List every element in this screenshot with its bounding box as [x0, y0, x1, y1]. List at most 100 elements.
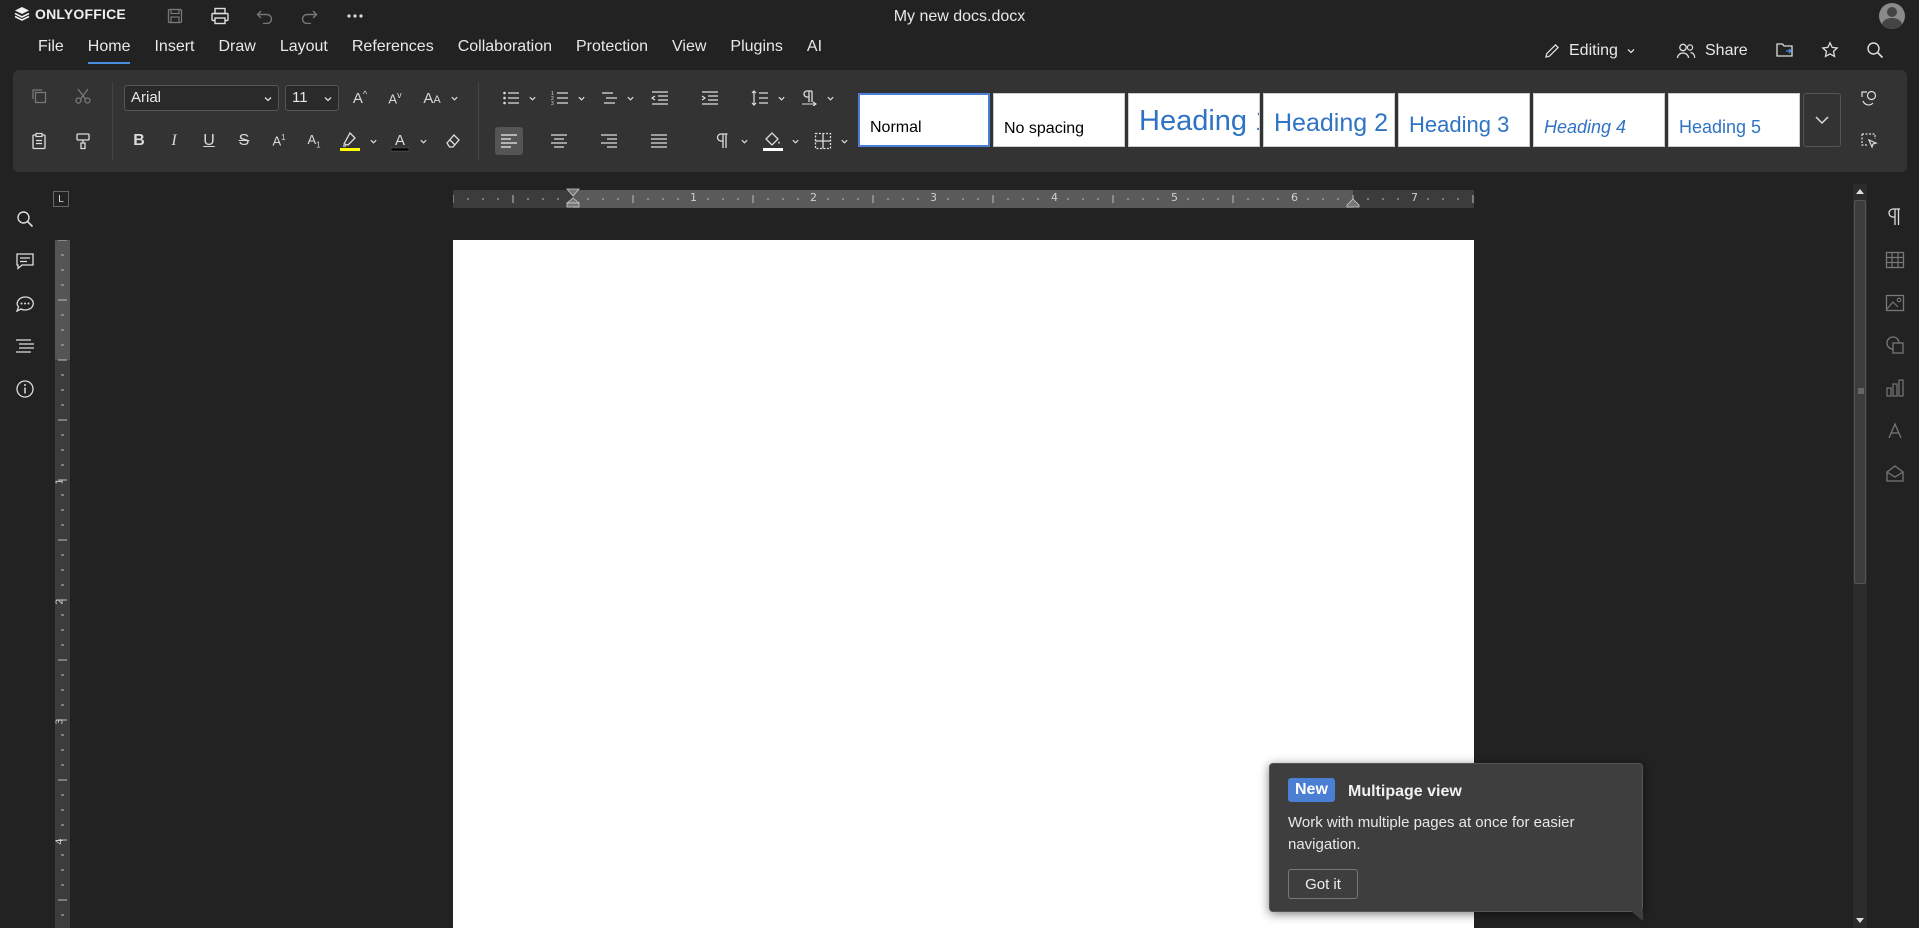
font-name-select[interactable]: Arial: [124, 85, 279, 111]
clear-formatting-icon[interactable]: [439, 127, 467, 155]
tab-protection[interactable]: Protection: [564, 36, 660, 64]
paragraph-settings-icon[interactable]: [1882, 204, 1908, 230]
style-heading-4[interactable]: Heading 4: [1533, 93, 1665, 147]
tab-home[interactable]: Home: [76, 36, 143, 64]
svg-text:3: 3: [551, 101, 554, 106]
style-normal[interactable]: Normal: [858, 93, 990, 147]
navigation-headings-icon[interactable]: [12, 333, 38, 359]
tab-file[interactable]: File: [26, 36, 76, 64]
shading-color-button[interactable]: [759, 127, 787, 155]
text-art-settings-icon[interactable]: [1882, 418, 1908, 444]
decrease-font-size-icon[interactable]: Av: [381, 84, 409, 112]
tab-collaboration[interactable]: Collaboration: [446, 36, 564, 64]
editing-mode-button[interactable]: Editing: [1543, 38, 1636, 64]
select-all-icon[interactable]: [1855, 127, 1883, 155]
open-file-location-icon[interactable]: [1772, 38, 1798, 62]
tab-ai[interactable]: AI: [795, 36, 834, 64]
change-case-icon[interactable]: AA: [418, 84, 446, 112]
align-left-button[interactable]: [495, 127, 523, 155]
highlight-color-dropdown[interactable]: [368, 127, 378, 155]
user-avatar[interactable]: [1879, 3, 1905, 29]
font-size-select[interactable]: 11: [285, 85, 339, 111]
highlight-color-button[interactable]: [336, 127, 364, 155]
change-case-dropdown[interactable]: [449, 84, 459, 112]
ruler-ticks: [453, 195, 1474, 203]
chart-settings-icon[interactable]: [1882, 375, 1908, 401]
subscript-button[interactable]: A1: [300, 127, 328, 155]
line-spacing-icon[interactable]: [746, 84, 774, 112]
search-icon[interactable]: [12, 206, 38, 232]
style-heading-1[interactable]: Heading 1: [1128, 93, 1260, 147]
format-painter-icon[interactable]: [69, 127, 97, 155]
font-size-value: 11: [292, 89, 308, 106]
borders-icon[interactable]: [809, 127, 837, 155]
tab-view[interactable]: View: [660, 36, 718, 64]
paste-icon[interactable]: [25, 127, 53, 155]
align-right-button[interactable]: [595, 127, 623, 155]
cut-icon[interactable]: [69, 82, 97, 110]
superscript-button[interactable]: A1: [265, 127, 293, 155]
got-it-button[interactable]: Got it: [1288, 869, 1358, 899]
copy-style-icon[interactable]: [1855, 84, 1883, 112]
shape-settings-icon[interactable]: [1882, 332, 1908, 358]
right-indent-marker[interactable]: [1346, 198, 1360, 208]
align-center-button[interactable]: [545, 127, 573, 155]
new-badge: New: [1288, 778, 1335, 802]
bullets-icon[interactable]: [497, 84, 525, 112]
numbering-icon[interactable]: 123: [546, 84, 574, 112]
line-spacing-dropdown[interactable]: [776, 84, 786, 112]
strikethrough-button[interactable]: S: [230, 127, 258, 155]
decrease-indent-icon[interactable]: [646, 84, 674, 112]
nonprinting-characters-dropdown[interactable]: [739, 127, 749, 155]
bold-button[interactable]: B: [125, 127, 153, 155]
paragraph-direction-icon[interactable]: [795, 84, 823, 112]
info-icon[interactable]: [12, 376, 38, 402]
vertical-ruler[interactable]: 1 2 3 4: [55, 240, 70, 928]
numbering-dropdown[interactable]: [576, 84, 586, 112]
paragraph-direction-dropdown[interactable]: [825, 84, 835, 112]
horizontal-ruler[interactable]: 1 2 3 4 5 6 7: [453, 188, 1474, 208]
increase-font-size-icon[interactable]: A^: [346, 84, 374, 112]
copy-icon[interactable]: [25, 82, 53, 110]
shading-color-dropdown[interactable]: [790, 127, 800, 155]
tab-draw[interactable]: Draw: [206, 36, 267, 64]
scroll-up-arrow-icon[interactable]: [1854, 184, 1866, 198]
editing-label: Editing: [1569, 42, 1618, 59]
tab-layout[interactable]: Layout: [268, 36, 340, 64]
multilevel-list-dropdown[interactable]: [625, 84, 635, 112]
tab-insert[interactable]: Insert: [142, 36, 206, 64]
increase-indent-icon[interactable]: [696, 84, 724, 112]
table-settings-icon[interactable]: [1882, 247, 1908, 273]
chat-icon[interactable]: [12, 291, 38, 317]
share-button[interactable]: Share: [1676, 38, 1748, 64]
multilevel-list-icon[interactable]: [596, 84, 624, 112]
scroll-down-arrow-icon[interactable]: [1854, 914, 1866, 928]
tab-plugins[interactable]: Plugins: [718, 36, 794, 64]
search-icon[interactable]: [1862, 38, 1888, 62]
style-no-spacing[interactable]: No spacing: [993, 93, 1125, 147]
style-heading-5[interactable]: Heading 5: [1668, 93, 1800, 147]
image-settings-icon[interactable]: [1882, 290, 1908, 316]
tab-stop-selector[interactable]: L: [53, 191, 69, 207]
justify-button[interactable]: [645, 127, 673, 155]
italic-button[interactable]: I: [160, 127, 188, 155]
styles-expand-button[interactable]: [1803, 93, 1841, 147]
favorite-star-icon[interactable]: [1817, 38, 1843, 62]
borders-dropdown[interactable]: [839, 127, 849, 155]
font-color-button[interactable]: A: [386, 127, 414, 155]
style-heading-3[interactable]: Heading 3: [1398, 93, 1530, 147]
style-heading-2[interactable]: Heading 2: [1263, 93, 1395, 147]
indent-marker[interactable]: [566, 188, 580, 208]
bullets-dropdown[interactable]: [527, 84, 537, 112]
comments-icon[interactable]: [12, 248, 38, 274]
ruler-number: 1: [54, 478, 66, 485]
mail-merge-icon[interactable]: [1882, 460, 1908, 486]
font-color-dropdown[interactable]: [418, 127, 428, 155]
tab-references[interactable]: References: [340, 36, 446, 64]
scrollbar-thumb[interactable]: [1854, 200, 1866, 584]
nonprinting-characters-icon[interactable]: [709, 127, 737, 155]
vertical-scrollbar[interactable]: [1853, 184, 1867, 928]
chevron-down-icon: [1815, 116, 1829, 125]
ruler-number: 3: [54, 718, 66, 725]
underline-button[interactable]: U: [195, 127, 223, 155]
